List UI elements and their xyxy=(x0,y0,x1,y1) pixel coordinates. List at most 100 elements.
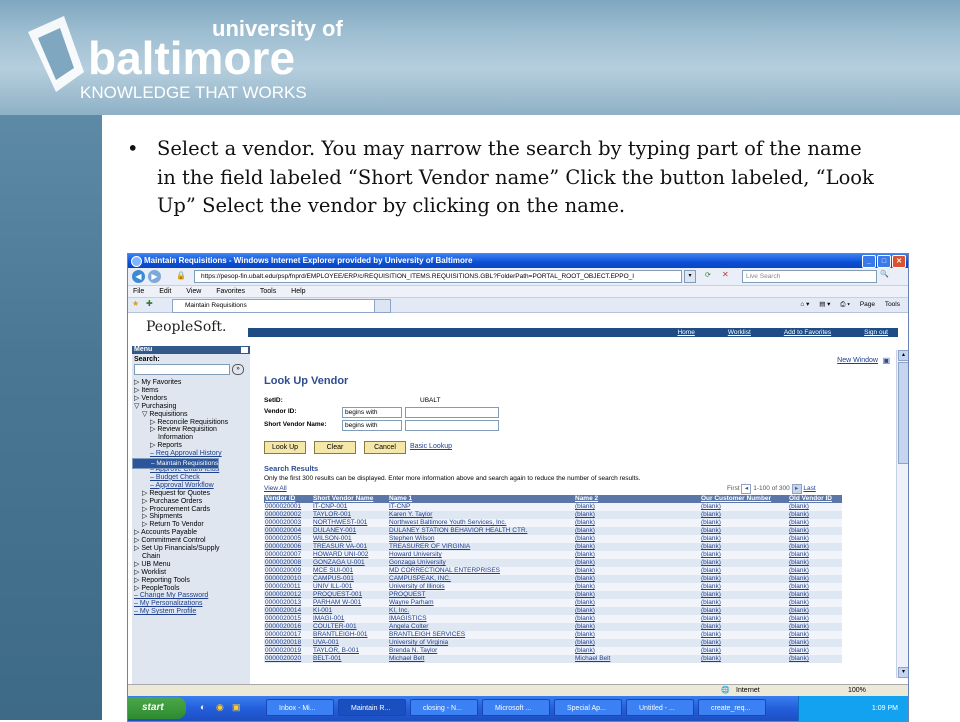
menu-tools[interactable]: Tools xyxy=(260,288,276,295)
table-cell[interactable]: (blank) xyxy=(788,631,842,639)
table-row[interactable]: 0000020012 PROQUEST-001 PROQUEST (blank) (bl… xyxy=(264,591,842,599)
table-row[interactable]: 0000020020 BELT-001 Michael Belt Michael Be… xyxy=(264,655,842,663)
link-sign-out[interactable]: Sign out xyxy=(864,328,888,337)
table-cell[interactable]: (blank) xyxy=(700,583,788,591)
table-row[interactable]: 0000020008 GONZAGA U-001 Gonzaga Universit… xyxy=(264,559,842,567)
vendor-id-input[interactable] xyxy=(405,407,499,418)
table-cell[interactable]: (blank) xyxy=(788,655,842,663)
table-cell[interactable]: 0000020015 xyxy=(264,615,312,623)
table-cell[interactable]: IMAGISTICS xyxy=(388,615,574,623)
short-name-operator-select[interactable]: begins with xyxy=(342,420,402,431)
table-cell[interactable]: IT-CNP xyxy=(388,503,574,511)
table-cell[interactable]: (blank) xyxy=(700,655,788,663)
table-cell[interactable]: 0000020012 xyxy=(264,591,312,599)
table-cell[interactable]: (blank) xyxy=(700,511,788,519)
col-name2[interactable]: Name 2 xyxy=(574,495,700,503)
table-cell[interactable]: TAYLOR-001 xyxy=(312,511,388,519)
table-row[interactable]: 0000020010 CAMPUS-001 CAMPUSPEAK, INC. (bla… xyxy=(264,575,842,583)
table-cell[interactable]: (blank) xyxy=(574,639,700,647)
add-favorite-icon[interactable]: ✚ xyxy=(146,299,153,308)
table-cell[interactable]: (blank) xyxy=(788,615,842,623)
look-up-button[interactable]: Look Up xyxy=(264,441,306,454)
table-cell[interactable]: CAMPUS-001 xyxy=(312,575,388,583)
menu-item[interactable]: ▷ Accounts Payable xyxy=(132,529,250,537)
quicklaunch-outlook-icon[interactable]: ◉ xyxy=(216,702,224,713)
table-cell[interactable]: 0000020013 xyxy=(264,599,312,607)
table-cell[interactable]: 0000020014 xyxy=(264,607,312,615)
menu-favorites[interactable]: Favorites xyxy=(216,288,245,295)
menu-file[interactable]: File xyxy=(133,288,144,295)
table-cell[interactable]: (blank) xyxy=(788,543,842,551)
menu-item[interactable]: ▷ Vendors xyxy=(132,395,250,403)
new-tab-button[interactable] xyxy=(374,299,391,313)
quicklaunch-desktop-icon[interactable]: ▣ xyxy=(232,702,241,713)
col-vendor-id[interactable]: Vendor ID xyxy=(264,495,312,503)
table-cell[interactable]: (blank) xyxy=(574,543,700,551)
scroll-thumb[interactable] xyxy=(898,362,908,464)
table-row[interactable]: 0000020015 IMAGI-001 IMAGISTICS (blank) (bla… xyxy=(264,615,842,623)
table-cell[interactable]: Michael Belt xyxy=(574,655,700,663)
table-cell[interactable]: (blank) xyxy=(700,591,788,599)
taskbar-item-microsoft[interactable]: Microsoft ... xyxy=(482,699,550,716)
table-cell[interactable]: 0000020020 xyxy=(264,655,312,663)
table-cell[interactable]: (blank) xyxy=(574,583,700,591)
menu-item[interactable]: – Maintain Requisitions xyxy=(132,458,220,470)
vertical-scrollbar[interactable]: ▴ ▾ xyxy=(896,350,908,678)
page-menu[interactable]: Page xyxy=(860,301,875,308)
menu-item[interactable]: ▷ Commitment Control xyxy=(132,537,250,545)
view-all-link[interactable]: View All xyxy=(264,485,287,492)
table-cell[interactable]: (blank) xyxy=(700,623,788,631)
menu-item[interactable]: ▷ Procurement Cards xyxy=(132,506,250,514)
clear-button[interactable]: Clear xyxy=(314,441,356,454)
table-cell[interactable]: UVA-001 xyxy=(312,639,388,647)
table-cell[interactable]: 0000020016 xyxy=(264,623,312,631)
new-window-label[interactable]: New Window xyxy=(837,357,878,364)
table-cell[interactable]: CAMPUSPEAK, INC. xyxy=(388,575,574,583)
table-cell[interactable]: 0000020001 xyxy=(264,503,312,511)
table-cell[interactable]: PARHAM W-001 xyxy=(312,599,388,607)
pager-last[interactable]: Last xyxy=(803,485,815,492)
table-cell[interactable]: (blank) xyxy=(700,503,788,511)
table-cell[interactable]: 0000020018 xyxy=(264,639,312,647)
table-cell[interactable]: COULTER-001 xyxy=(312,623,388,631)
menu-item[interactable]: ▷ Shipments xyxy=(132,513,250,521)
table-cell[interactable]: (blank) xyxy=(574,615,700,623)
table-cell[interactable]: (blank) xyxy=(788,567,842,575)
table-cell[interactable]: 0000020010 xyxy=(264,575,312,583)
table-cell[interactable]: 0000020017 xyxy=(264,631,312,639)
table-cell[interactable]: University of Virginia xyxy=(388,639,574,647)
menu-item[interactable]: ▷ Review Requisition xyxy=(132,426,250,434)
menu-item[interactable]: – Budget Check xyxy=(132,474,250,482)
menu-item[interactable]: ▷ Purchase Orders xyxy=(132,498,250,506)
vendor-id-operator-select[interactable]: begins with xyxy=(342,407,402,418)
table-cell[interactable]: (blank) xyxy=(574,567,700,575)
table-row[interactable]: 0000020002 TAYLOR-001 Karen Y. Taylor (blan… xyxy=(264,511,842,519)
table-cell[interactable]: (blank) xyxy=(574,631,700,639)
menu-item[interactable]: ▷ Worklist xyxy=(132,569,250,577)
table-cell[interactable]: (blank) xyxy=(788,607,842,615)
table-cell[interactable]: HOWARD UNI-002 xyxy=(312,551,388,559)
table-cell[interactable]: (blank) xyxy=(788,591,842,599)
menu-help[interactable]: Help xyxy=(291,288,305,295)
table-cell[interactable]: (blank) xyxy=(574,591,700,599)
new-window-link[interactable]: New Window xyxy=(837,357,878,364)
table-cell[interactable]: (blank) xyxy=(574,535,700,543)
menu-item[interactable]: – My Personalizations xyxy=(132,600,250,608)
table-cell[interactable]: (blank) xyxy=(574,575,700,583)
table-cell[interactable]: (blank) xyxy=(700,647,788,655)
link-add-favorites[interactable]: Add to Favorites xyxy=(784,328,831,337)
table-cell[interactable]: (blank) xyxy=(574,511,700,519)
table-cell[interactable]: KI, Inc. xyxy=(388,607,574,615)
table-cell[interactable]: (blank) xyxy=(700,631,788,639)
table-row[interactable]: 0000020014 KI-001 KI, Inc. (blank) (blank) (b… xyxy=(264,607,842,615)
taskbar-item-maintain[interactable]: Maintain R... xyxy=(338,699,406,716)
basic-lookup-link[interactable]: Basic Lookup xyxy=(410,443,452,450)
table-cell[interactable]: WILSON-001 xyxy=(312,535,388,543)
table-cell[interactable]: (blank) xyxy=(700,535,788,543)
table-row[interactable]: 0000020003 NORTHWEST-001 Northwest Baltimo… xyxy=(264,519,842,527)
table-cell[interactable]: (blank) xyxy=(788,647,842,655)
minimize-button[interactable]: _ xyxy=(862,255,876,268)
collapse-menu-icon[interactable] xyxy=(241,347,248,353)
favorites-star-icon[interactable]: ★ xyxy=(132,299,139,308)
menu-search-go-icon[interactable]: » xyxy=(232,364,245,375)
